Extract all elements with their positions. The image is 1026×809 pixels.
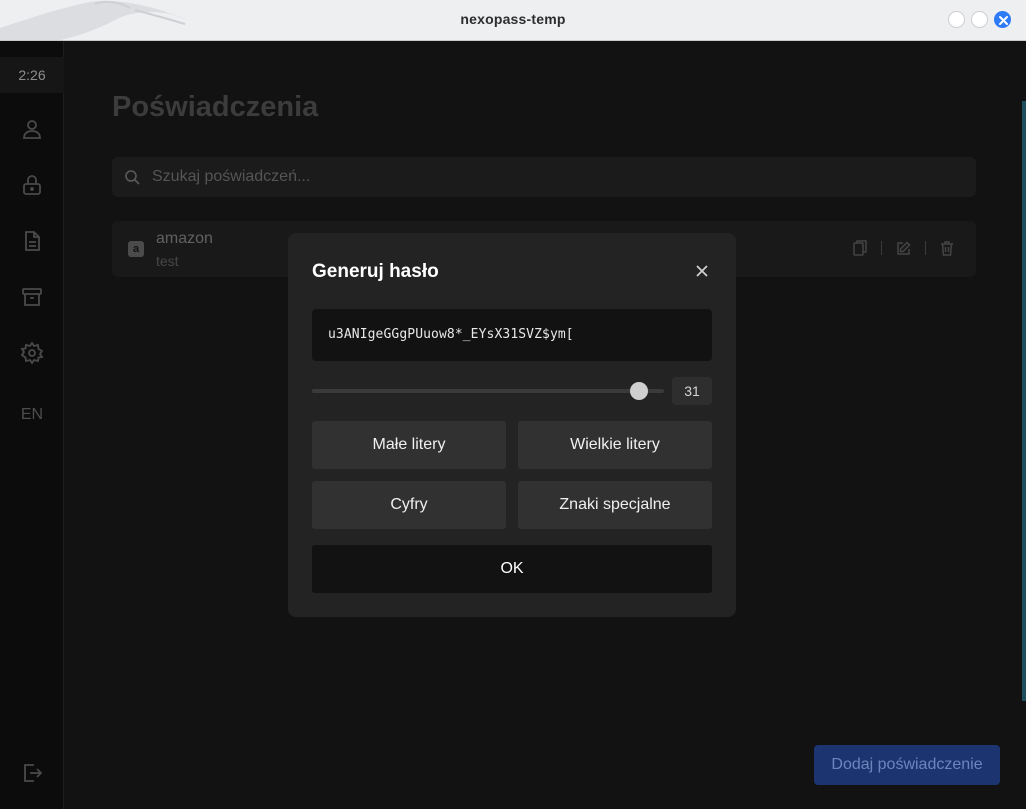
trash-icon[interactable] — [940, 240, 954, 256]
close-icon[interactable] — [694, 263, 710, 279]
special-chars-toggle[interactable]: Znaki specjalne — [518, 481, 712, 529]
slider-fill — [312, 389, 639, 393]
title-bar: nexopass-temp — [0, 0, 1026, 41]
length-value[interactable]: 31 — [672, 377, 712, 405]
uppercase-toggle[interactable]: Wielkie litery — [518, 421, 712, 469]
page-title: Poświadczenia — [112, 91, 319, 123]
copy-icon[interactable] — [853, 240, 867, 256]
edit-icon[interactable] — [896, 240, 911, 256]
generate-password-dialog: Generuj hasło u3ANIgeGGgPUuow8*_EYsX31SV… — [288, 233, 736, 617]
add-credential-button[interactable]: Dodaj poświadczenie — [814, 745, 1000, 785]
sidebar: 2:26 EN — [0, 41, 64, 809]
archive-icon[interactable] — [20, 285, 44, 309]
digits-toggle[interactable]: Cyfry — [312, 481, 506, 529]
window-edge — [1022, 101, 1026, 701]
minimize-button[interactable] — [948, 11, 965, 28]
search-bar — [112, 157, 976, 197]
credential-actions — [853, 240, 954, 256]
action-separator — [881, 241, 882, 255]
length-slider[interactable] — [312, 377, 664, 405]
maximize-button[interactable] — [971, 11, 988, 28]
close-window-button[interactable] — [994, 11, 1011, 28]
close-icon — [999, 16, 1008, 25]
logout-icon[interactable] — [20, 761, 44, 785]
action-separator — [925, 241, 926, 255]
slider-thumb[interactable] — [630, 382, 648, 400]
gear-icon[interactable] — [20, 341, 44, 365]
credential-name: amazon — [156, 230, 213, 247]
search-input[interactable] — [152, 157, 952, 197]
generated-password-field[interactable]: u3ANIgeGGgPUuow8*_EYsX31SVZ$ym[ — [312, 309, 712, 361]
user-icon[interactable] — [20, 117, 44, 141]
clock-display: 2:26 — [0, 57, 64, 93]
ok-button[interactable]: OK — [312, 545, 712, 593]
lowercase-toggle[interactable]: Małe litery — [312, 421, 506, 469]
lock-icon[interactable] — [20, 173, 44, 197]
dialog-title: Generuj hasło — [312, 261, 439, 282]
search-icon — [125, 170, 140, 185]
language-toggle[interactable]: EN — [0, 406, 64, 424]
window-title: nexopass-temp — [460, 11, 566, 27]
amazon-favicon-icon: a — [128, 241, 144, 257]
credential-username: test — [156, 253, 179, 269]
document-icon[interactable] — [20, 229, 44, 253]
